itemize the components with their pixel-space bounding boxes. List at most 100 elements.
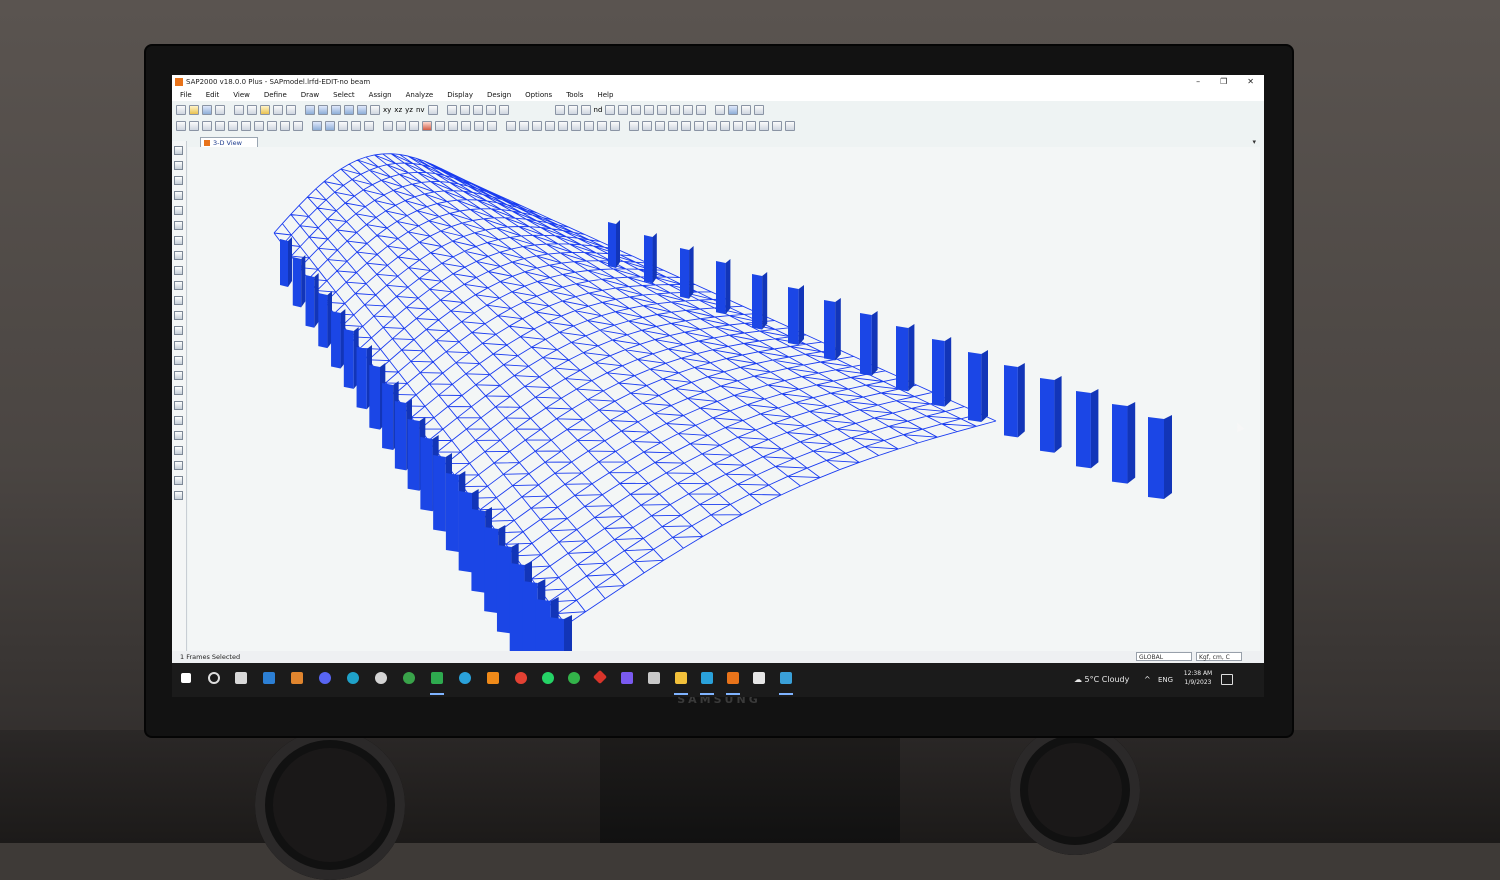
snap-points-icon[interactable] (174, 416, 183, 425)
show-influence-lines-icon[interactable] (694, 121, 704, 131)
show-loads-icon[interactable] (642, 121, 652, 131)
anydesk-icon[interactable] (592, 669, 608, 685)
select-pointer-icon[interactable] (174, 146, 183, 155)
local-axes-icon[interactable] (610, 121, 620, 131)
perspective-icon[interactable] (427, 105, 438, 115)
calculator-icon[interactable] (648, 672, 660, 684)
menu-analyze[interactable]: Analyze (406, 89, 434, 101)
minimize-button[interactable]: – (1196, 75, 1200, 89)
show-hidden-icons-chevron-icon[interactable]: ^ (1144, 663, 1151, 697)
refresh-icon[interactable] (286, 105, 296, 115)
menu-view[interactable]: View (233, 89, 250, 101)
new-model-icon[interactable] (176, 105, 186, 115)
draw-line-icon[interactable] (174, 191, 183, 200)
snap-lines-icon[interactable] (174, 476, 183, 485)
get-previous-icon[interactable] (174, 371, 183, 380)
assign-sections-icon[interactable] (519, 121, 529, 131)
file-explorer-icon[interactable] (675, 672, 687, 684)
draw-joint-icon[interactable] (174, 176, 183, 185)
tab-3d-view[interactable]: 3-D View (200, 137, 258, 147)
copy-icon[interactable] (396, 121, 406, 131)
chrome-icon[interactable] (515, 672, 527, 684)
draw-area-icon[interactable] (228, 121, 238, 131)
show-tables-icon[interactable] (728, 105, 739, 115)
telegram-icon[interactable] (459, 672, 471, 684)
merge-joints-icon[interactable] (461, 121, 471, 131)
show-frame-forces-icon[interactable] (668, 121, 678, 131)
snap-fine-grid-icon[interactable] (174, 491, 183, 500)
extend-frames-icon[interactable] (487, 121, 497, 131)
table-icon[interactable] (644, 105, 655, 115)
menu-file[interactable]: File (180, 89, 192, 101)
show-shell-stresses-icon[interactable] (681, 121, 691, 131)
draw-dimension-icon[interactable] (174, 326, 183, 335)
weather-widget[interactable]: ☁ 5°C Cloudy (1074, 663, 1129, 697)
zoom-out-icon[interactable] (331, 105, 341, 115)
deformed-shape-icon[interactable] (657, 105, 668, 115)
undo-icon[interactable] (234, 105, 244, 115)
show-joint-reactions-icon[interactable] (655, 121, 665, 131)
show-response-spectrum-icon[interactable] (707, 121, 717, 131)
discord-icon[interactable] (319, 672, 331, 684)
lock-icon[interactable] (260, 105, 270, 115)
coord-system-select[interactable]: GLOBAL (1136, 652, 1192, 661)
move-up-icon[interactable] (446, 105, 457, 115)
telegram-desktop-icon[interactable] (701, 672, 713, 684)
vlc-icon[interactable] (487, 672, 499, 684)
virtual-work-icon[interactable] (696, 105, 707, 115)
snap-ends-icon[interactable] (174, 431, 183, 440)
cut-icon[interactable] (383, 121, 393, 131)
firefox-icon[interactable] (291, 672, 303, 684)
project-icon[interactable] (431, 672, 443, 684)
zoom-extents-icon[interactable] (344, 105, 354, 115)
windows-start-icon[interactable] (181, 673, 191, 683)
paste-icon[interactable] (409, 121, 419, 131)
draw-curve-icon[interactable] (174, 206, 183, 215)
vehicles-icon[interactable] (785, 121, 795, 131)
draw-cable-icon[interactable] (293, 121, 303, 131)
sap2000-taskbar-icon[interactable] (727, 672, 739, 684)
portal-frame-icon[interactable] (567, 105, 578, 115)
redo-icon[interactable] (247, 105, 257, 115)
title-bar[interactable]: SAP2000 v18.0.0 Plus - SAPmodel.lrfd-EDI… (172, 75, 1264, 89)
close-button[interactable]: ✕ (1247, 75, 1254, 89)
section-designer-icon[interactable] (715, 105, 726, 115)
menu-options[interactable]: Options (525, 89, 552, 101)
grid-lines-icon[interactable] (605, 105, 616, 115)
menu-define[interactable]: Define (264, 89, 287, 101)
edge-icon[interactable] (347, 672, 359, 684)
show-stages-icon[interactable] (746, 121, 756, 131)
lanes-icon[interactable] (772, 121, 782, 131)
show-undeformed-icon[interactable] (629, 121, 639, 131)
select-all-icon[interactable] (174, 356, 183, 365)
move-down-icon[interactable] (459, 105, 470, 115)
stress-icon[interactable] (683, 105, 694, 115)
frame-section-icon[interactable] (554, 105, 565, 115)
yz-view-button[interactable]: yz (405, 106, 413, 114)
draw-quick-area-icon[interactable] (174, 266, 183, 275)
show-energy-icon[interactable] (733, 121, 743, 131)
menu-edit[interactable]: Edit (206, 89, 220, 101)
joint-loads-icon[interactable] (584, 121, 594, 131)
replicate-icon[interactable] (435, 121, 445, 131)
pan-icon[interactable] (357, 105, 367, 115)
nd-button[interactable]: nd (594, 106, 603, 114)
visual-studio-icon[interactable] (621, 672, 633, 684)
draw-brace-icon[interactable] (215, 121, 225, 131)
snap-intersections-icon[interactable] (174, 446, 183, 455)
assign-releases-icon[interactable] (532, 121, 542, 131)
notifications-icon[interactable] (1221, 674, 1233, 685)
snap-perpendicular-icon[interactable] (174, 461, 183, 470)
draw-solid-icon[interactable] (267, 121, 277, 131)
display-options-icon[interactable] (498, 105, 509, 115)
draw-section-cut-icon[interactable] (174, 311, 183, 320)
show-plot-functions-icon[interactable] (720, 121, 730, 131)
draw-poly-area-icon[interactable] (174, 236, 183, 245)
bridge-icon[interactable] (759, 121, 769, 131)
chevron-down-icon[interactable]: ▾ (1252, 138, 1256, 146)
3d-view-icon[interactable] (370, 105, 380, 115)
intersect-snap-icon[interactable] (351, 121, 361, 131)
intersecting-line-select-icon[interactable] (174, 401, 183, 410)
object-shrink-icon[interactable] (472, 105, 483, 115)
edge-beta-icon[interactable] (403, 672, 415, 684)
